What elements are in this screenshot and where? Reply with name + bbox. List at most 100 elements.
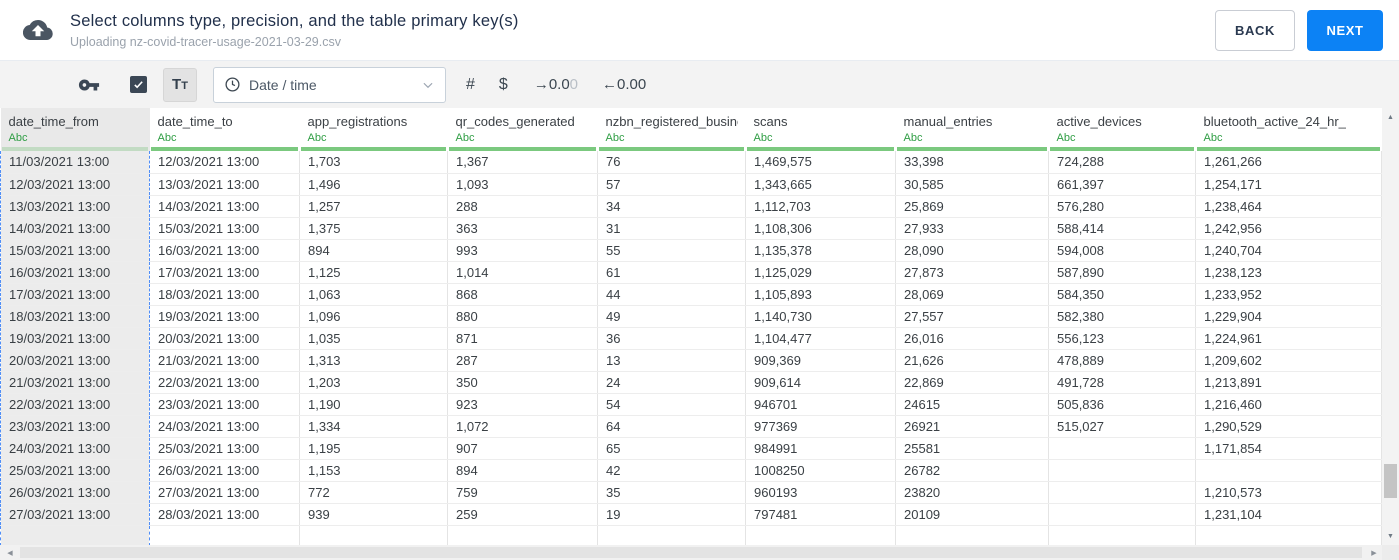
chevron-down-icon: [421, 78, 435, 92]
table-cell: 19/03/2021 13:00: [149, 305, 300, 328]
scroll-up-arrow[interactable]: ▲: [1382, 110, 1399, 124]
column-type-dropdown[interactable]: Date / time: [213, 66, 446, 103]
table-cell: 18/03/2021 13:00: [149, 283, 300, 306]
table-cell: 1,216,460: [1195, 393, 1382, 416]
table-row: 12/03/2021 13:00 13/03/2021 13:00 1,496 1,0…: [0, 173, 1382, 196]
table-cell: 13/03/2021 13:00: [0, 195, 150, 218]
table-cell: 27,557: [895, 305, 1049, 328]
title-block: Select columns type, precision, and the …: [70, 12, 519, 49]
back-button[interactable]: BACK: [1215, 9, 1295, 51]
table-cell: 1,140,730: [745, 305, 896, 328]
table-cell: 26782: [895, 459, 1049, 482]
table-cell: [895, 525, 1049, 545]
increase-precision-button[interactable]: →0.00: [534, 76, 578, 93]
scroll-down-arrow[interactable]: ▼: [1382, 529, 1399, 543]
table-cell: 61: [597, 261, 746, 284]
column-type-bar: [300, 147, 446, 151]
table-cell: [447, 525, 598, 545]
column-type-toolbar: Tt Date / time # $ →0.00 ←0.00: [0, 61, 1399, 108]
column-name: date_time_from: [8, 114, 99, 129]
table-cell: 24/03/2021 13:00: [0, 437, 150, 460]
column-header[interactable]: manual_entries Abc: [895, 108, 1049, 151]
table-cell: 556,123: [1048, 327, 1196, 350]
include-column-checkbox[interactable]: [130, 76, 147, 93]
table-cell: 17/03/2021 13:00: [0, 283, 150, 306]
table-row: 18/03/2021 13:00 19/03/2021 13:00 1,096 880…: [0, 305, 1382, 328]
table-cell: 1,014: [447, 261, 598, 284]
cloud-upload-icon: [20, 15, 56, 45]
column-type-label: Abc: [8, 132, 28, 144]
page-title: Select columns type, precision, and the …: [70, 11, 519, 30]
upload-wizard-page: Select columns type, precision, and the …: [0, 0, 1399, 560]
scroll-right-arrow[interactable]: ▶: [1366, 545, 1382, 560]
table-cell: 478,889: [1048, 349, 1196, 372]
vertical-scrollbar[interactable]: ▲ ▼: [1382, 108, 1399, 545]
column-type-label: Abc: [1203, 132, 1223, 144]
table-cell: 350: [447, 371, 598, 394]
next-button[interactable]: NEXT: [1307, 9, 1383, 51]
column-name: scans: [753, 114, 788, 129]
table-cell: 23/03/2021 13:00: [149, 393, 300, 416]
table-cell: 797481: [745, 503, 896, 526]
table-cell: 894: [299, 239, 448, 262]
table-cell: 1008250: [745, 459, 896, 482]
column-header[interactable]: bluetooth_active_24_hr_ Abc: [1195, 108, 1382, 151]
column-header[interactable]: qr_codes_generated Abc: [447, 108, 598, 151]
table-cell: 44: [597, 283, 746, 306]
column-header[interactable]: date_time_to Abc: [149, 108, 300, 151]
scroll-left-arrow[interactable]: ◀: [2, 545, 18, 560]
table-cell: 907: [447, 437, 598, 460]
table-cell: 1,367: [447, 151, 598, 174]
table-cell: 64: [597, 415, 746, 438]
increase-precision-label: →0.0: [533, 76, 570, 93]
column-header[interactable]: active_devices Abc: [1048, 108, 1196, 151]
table-cell: 576,280: [1048, 195, 1196, 218]
column-type-bar: [1049, 147, 1194, 151]
table-cell: 993: [447, 239, 598, 262]
column-type-label: Abc: [605, 132, 625, 144]
table-cell: 939: [299, 503, 448, 526]
table-cell: 26/03/2021 13:00: [149, 459, 300, 482]
column-header[interactable]: app_registrations Abc: [299, 108, 448, 151]
column-type-label: Abc: [455, 132, 475, 144]
column-name: date_time_to: [157, 114, 233, 129]
column-type-bar: [448, 147, 596, 151]
text-type-button[interactable]: Tt: [163, 67, 197, 102]
column-type-label: Abc: [1056, 132, 1076, 144]
table-cell: 661,397: [1048, 173, 1196, 196]
table-cell: 1,213,891: [1195, 371, 1382, 394]
table-cell: 25/03/2021 13:00: [149, 437, 300, 460]
column-type-bar: [1196, 147, 1380, 151]
column-header[interactable]: date_time_from Abc: [0, 108, 150, 151]
table-cell: [1048, 459, 1196, 482]
table-cell: 894: [447, 459, 598, 482]
table-cell: 1,313: [299, 349, 448, 372]
column-header[interactable]: nzbn_registered_busine Abc: [597, 108, 746, 151]
column-type-label: Abc: [157, 132, 177, 144]
table-cell: 27/03/2021 13:00: [0, 503, 150, 526]
table-cell: 28,069: [895, 283, 1049, 306]
vertical-scroll-thumb[interactable]: [1384, 464, 1397, 498]
table-cell: 35: [597, 481, 746, 504]
horizontal-scroll-thumb[interactable]: [20, 547, 1362, 558]
column-type-value: Date / time: [249, 76, 317, 93]
table-cell: 54: [597, 393, 746, 416]
column-header[interactable]: scans Abc: [745, 108, 896, 151]
table-cell: 363: [447, 217, 598, 240]
table-cell: 34: [597, 195, 746, 218]
table-cell: 13: [597, 349, 746, 372]
horizontal-scrollbar[interactable]: ◀ ▶: [0, 545, 1382, 560]
table-cell: 19: [597, 503, 746, 526]
number-type-icon[interactable]: #: [466, 76, 475, 94]
increase-precision-faded: 0: [569, 76, 579, 93]
column-name: app_registrations: [307, 114, 408, 129]
primary-key-icon[interactable]: [78, 74, 100, 96]
table-cell: 1,063: [299, 283, 448, 306]
table-cell: [1048, 525, 1196, 545]
decrease-precision-button[interactable]: ←0.00: [602, 76, 646, 93]
table-cell: 977369: [745, 415, 896, 438]
table-cell: 505,836: [1048, 393, 1196, 416]
table-cell: 1,242,956: [1195, 217, 1382, 240]
table-cell: 27,933: [895, 217, 1049, 240]
currency-type-icon[interactable]: $: [499, 76, 508, 94]
